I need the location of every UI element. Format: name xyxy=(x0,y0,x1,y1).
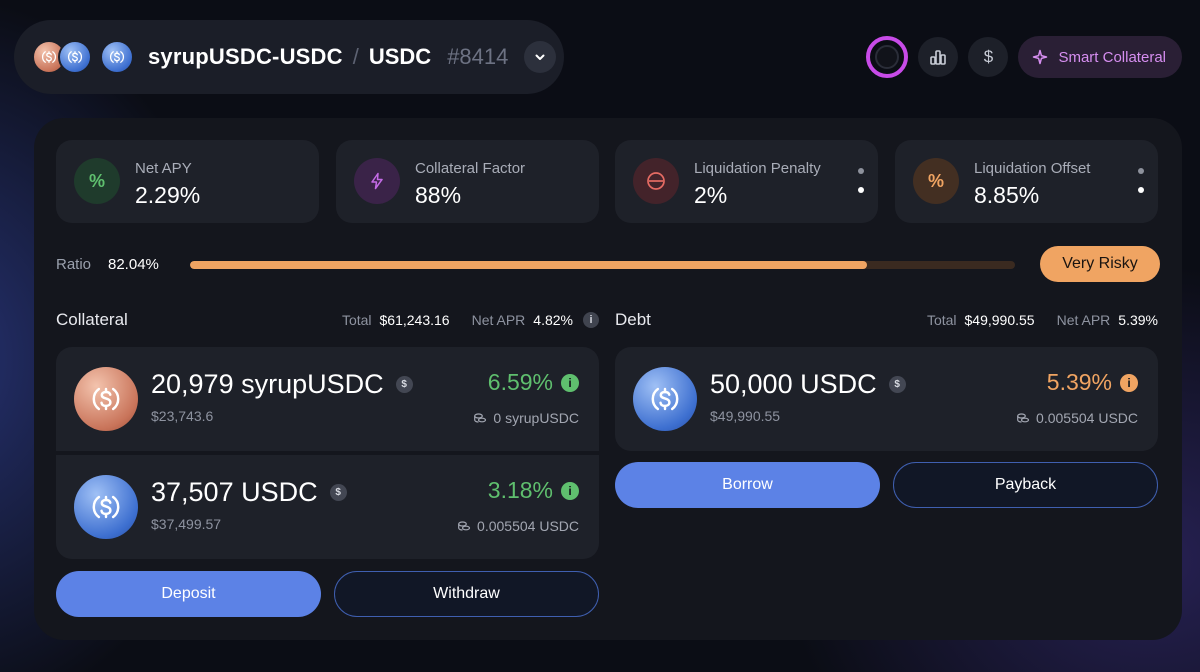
dollar-chip-icon: $ xyxy=(395,376,413,393)
ratio-row: Ratio 82.04% Very Risky xyxy=(56,246,1160,284)
stat-liquidation-offset: % Liquidation Offset 8.85% xyxy=(895,140,1158,223)
borrow-button[interactable]: Borrow xyxy=(615,462,880,508)
asset-reward-text: 0 syrupUSDC xyxy=(493,410,579,426)
stat-liquidation-penalty: Liquidation Penalty 2% xyxy=(615,140,878,223)
stat-label: Collateral Factor xyxy=(415,160,526,177)
ratio-label: Ratio xyxy=(56,256,92,273)
debt-header: Debt Total $49,990.55 Net APR 5.39% xyxy=(615,308,1158,332)
pair-id: #8414 xyxy=(447,44,509,69)
more-dots-icon[interactable] xyxy=(858,168,864,193)
pair-quote: USDC xyxy=(368,44,432,69)
percent-icon: % xyxy=(74,158,120,204)
pair-selector[interactable]: syrupUSDC-USDC / USDC #8414 xyxy=(14,20,564,94)
info-icon[interactable]: i xyxy=(583,312,599,328)
asset-usd-value: $23,743.6 xyxy=(151,408,214,424)
stat-net-apy: % Net APY 2.29% xyxy=(56,140,319,223)
collateral-total: $61,243.16 xyxy=(379,312,450,328)
stat-value: 8.85% xyxy=(974,182,1040,208)
asset-amount-text: 20,979 syrupUSDC xyxy=(151,369,384,399)
stat-label: Net APY xyxy=(135,160,192,177)
collateral-asset-usdc[interactable]: 37,507 USDC $ $37,499.57 3.18% i 0.00550… xyxy=(56,455,599,559)
smart-collateral-button[interactable]: Smart Collateral xyxy=(1018,36,1182,78)
info-icon[interactable]: i xyxy=(561,373,579,392)
collateral-asset-syrupusdc[interactable]: 20,979 syrupUSDC $ $23,743.6 6.59% i 0 s… xyxy=(56,347,599,451)
asset-rate: 6.59% i xyxy=(488,369,579,396)
bar-chart-icon[interactable] xyxy=(918,37,959,77)
asset-rate: 3.18% i xyxy=(488,477,579,504)
usdc-coin-icon xyxy=(58,40,92,74)
deposit-button[interactable]: Deposit xyxy=(56,571,321,617)
debt-asset-usdc[interactable]: 50,000 USDC $ $49,990.55 5.39% i 0.00550… xyxy=(615,347,1158,451)
collateral-total-label: Total xyxy=(341,312,372,328)
asset-usd-value: $49,990.55 xyxy=(710,408,781,424)
minus-circle-icon xyxy=(633,158,679,204)
pair-separator: / xyxy=(352,44,359,69)
asset-amount: 37,507 USDC $ xyxy=(151,477,347,508)
coins-icon xyxy=(458,521,471,531)
asset-usd-value: $37,499.57 xyxy=(151,516,222,532)
stat-value: 2.29% xyxy=(135,182,201,208)
collateral-net-apr-label: Net APR xyxy=(471,312,526,328)
asset-amount-text: 37,507 USDC xyxy=(151,477,318,507)
risk-badge: Very Risky xyxy=(1040,246,1160,282)
ratio-value: 82.04% xyxy=(108,256,159,273)
asset-rate-text: 5.39% xyxy=(1046,369,1112,395)
pair-coins xyxy=(32,40,134,74)
syrupusdc-coin-icon xyxy=(74,367,138,431)
debt-title: Debt xyxy=(615,310,651,329)
asset-reward: 0.005504 USDC xyxy=(1016,410,1138,426)
debt-total: $49,990.55 xyxy=(964,312,1035,328)
ratio-progress-bar xyxy=(190,261,1015,269)
info-icon[interactable]: i xyxy=(561,481,579,500)
dollar-chip-icon: $ xyxy=(888,376,906,393)
stat-label: Liquidation Penalty xyxy=(694,160,821,177)
withdraw-button[interactable]: Withdraw xyxy=(334,571,599,617)
percent-icon: % xyxy=(913,158,959,204)
usdc-coin-icon xyxy=(633,367,697,431)
coins-icon xyxy=(474,413,487,423)
smart-collateral-label: Smart Collateral xyxy=(1058,48,1166,66)
stat-collateral-factor: Collateral Factor 88% xyxy=(336,140,599,223)
position-panel: % Net APY 2.29% Collateral Factor 88% Li… xyxy=(34,118,1182,640)
asset-reward: 0.005504 USDC xyxy=(457,518,579,534)
asset-reward-text: 0.005504 USDC xyxy=(1036,410,1138,426)
more-dots-icon[interactable] xyxy=(1138,168,1144,193)
payback-button[interactable]: Payback xyxy=(893,462,1158,508)
collateral-net-apr: 4.82% xyxy=(533,312,573,328)
top-actions: $ Smart Collateral xyxy=(866,36,1182,78)
info-icon[interactable]: i xyxy=(1120,373,1138,392)
asset-rate-text: 3.18% xyxy=(487,477,553,503)
asset-amount: 50,000 USDC $ xyxy=(710,369,906,400)
asset-reward-text: 0.005504 USDC xyxy=(477,518,579,534)
stat-label: Liquidation Offset xyxy=(974,160,1091,177)
coins-icon xyxy=(1017,413,1030,423)
asset-rate-text: 6.59% xyxy=(487,369,553,395)
quote-usdc-coin-icon xyxy=(100,40,134,74)
debt-total-label: Total xyxy=(926,312,957,328)
stat-value: 88% xyxy=(415,182,462,208)
collateral-header: Collateral Total $61,243.16 Net APR 4.82… xyxy=(56,308,599,332)
dropdown-chevron-icon[interactable] xyxy=(524,41,557,73)
stat-value: 2% xyxy=(694,182,728,208)
asset-reward: 0 syrupUSDC xyxy=(473,410,579,426)
asset-amount: 20,979 syrupUSDC $ xyxy=(151,369,413,400)
collateral-title: Collateral xyxy=(56,310,128,329)
debt-net-apr: 5.39% xyxy=(1118,312,1158,328)
bolt-icon xyxy=(354,158,400,204)
asset-amount-text: 50,000 USDC xyxy=(710,369,877,399)
usdc-coin-icon xyxy=(74,475,138,539)
pair-name: syrupUSDC-USDC xyxy=(148,44,343,69)
refresh-ring-icon[interactable] xyxy=(866,36,909,78)
ratio-progress-fill xyxy=(190,261,867,269)
dollar-chip-icon: $ xyxy=(329,484,347,501)
debt-summary: Total $49,990.55 Net APR 5.39% xyxy=(927,312,1158,328)
collateral-summary: Total $61,243.16 Net APR 4.82% i xyxy=(342,312,599,328)
sparkle-icon xyxy=(1033,49,1048,65)
asset-rate: 5.39% i xyxy=(1047,369,1138,396)
debt-net-apr-label: Net APR xyxy=(1056,312,1111,328)
dollar-icon[interactable]: $ xyxy=(968,37,1009,77)
